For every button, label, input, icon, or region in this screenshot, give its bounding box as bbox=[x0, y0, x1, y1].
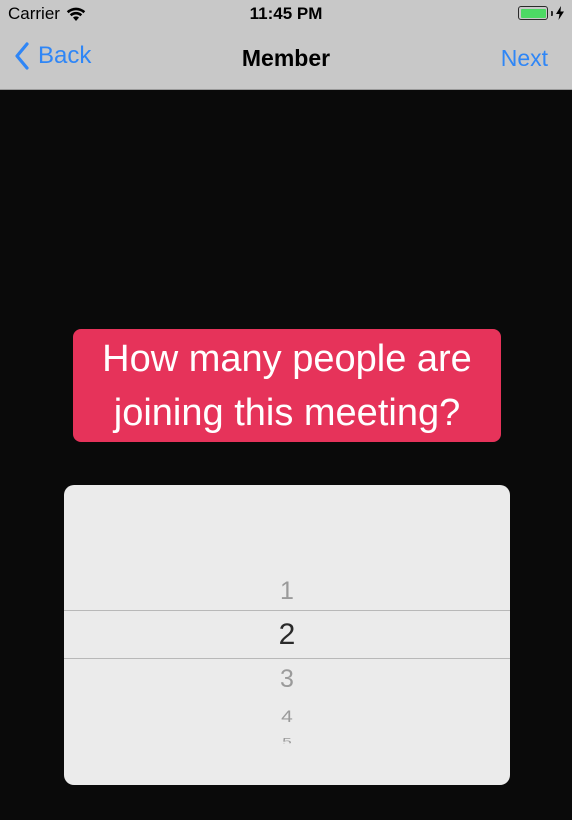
battery-indicator bbox=[518, 6, 564, 20]
navigation-bar: Back Member Next bbox=[0, 30, 572, 90]
picker-option[interactable]: 5 bbox=[64, 737, 510, 744]
back-button[interactable]: Back bbox=[14, 42, 91, 70]
battery-fill bbox=[520, 8, 546, 18]
question-label: How many people are joining this meeting… bbox=[73, 329, 501, 442]
picker-selection-top-line bbox=[64, 610, 510, 611]
battery-icon bbox=[518, 6, 548, 20]
status-time: 11:45 PM bbox=[249, 4, 323, 23]
picker-selection-bottom-line bbox=[64, 658, 510, 659]
picker-option[interactable]: 1 bbox=[64, 577, 510, 606]
picker-option[interactable]: 4 bbox=[64, 707, 510, 726]
picker-option[interactable]: 3 bbox=[64, 665, 510, 694]
people-count-picker[interactable]: 1 2 3 4 5 bbox=[64, 485, 510, 785]
picker-option-selected[interactable]: 2 bbox=[64, 618, 510, 652]
chevron-left-icon bbox=[14, 42, 30, 70]
battery-cap bbox=[551, 10, 553, 16]
status-bar: Carrier 11:45 PM bbox=[0, 0, 572, 30]
next-button[interactable]: Next bbox=[501, 45, 548, 72]
charging-bolt-icon bbox=[556, 6, 564, 20]
back-label: Back bbox=[38, 42, 92, 69]
